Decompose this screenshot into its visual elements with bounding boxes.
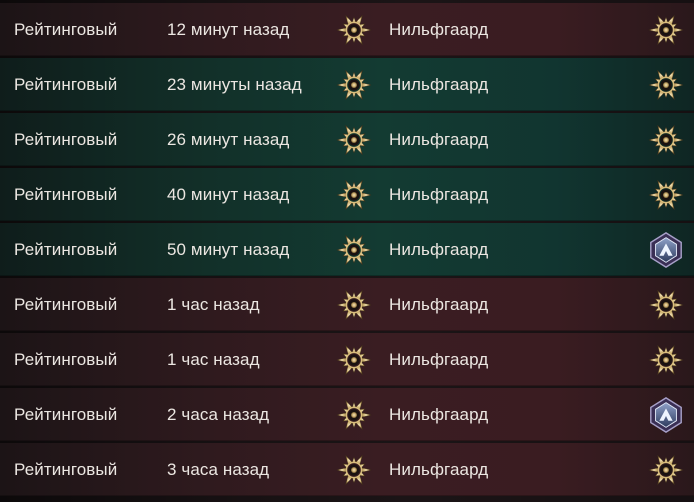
match-time: 1 час назад [167,294,260,314]
match-faction: Нильфгаард [389,459,489,479]
match-time: 12 минут назад [167,19,290,39]
match-row[interactable]: Рейтинговый 50 минут назад Нильфгаард [0,223,694,276]
sun-rank-icon [647,341,685,379]
match-row[interactable]: Рейтинговый 1 час назад Нильфгаард [0,333,694,386]
nilfgaard-sun-icon [335,451,373,489]
match-row[interactable]: Рейтинговый 40 минут назад Нильфгаард [0,168,694,221]
match-row[interactable]: Рейтинговый 1 час назад Нильфгаард [0,278,694,331]
match-time: 40 минут назад [167,184,290,204]
sun-rank-icon [647,176,685,214]
match-row[interactable]: Рейтинговый 26 минут назад Нильфгаард [0,113,694,166]
match-faction: Нильфгаард [389,239,489,259]
skellige-rank-icon [647,396,685,434]
nilfgaard-sun-icon [335,396,373,434]
match-time: 1 час назад [167,349,260,369]
match-row[interactable]: Рейтинговый 23 минуты назад Нильфгаард [0,58,694,111]
match-time: 3 часа назад [167,459,270,479]
sun-rank-icon [647,121,685,159]
match-faction: Нильфгаард [389,349,489,369]
match-mode: Рейтинговый [14,349,118,369]
match-row[interactable]: Рейтинговый 12 минут назад Нильфгаард [0,3,694,56]
match-faction: Нильфгаард [389,129,489,149]
match-mode: Рейтинговый [14,239,118,259]
skellige-rank-icon [647,231,685,269]
sun-rank-icon [647,286,685,324]
match-mode: Рейтинговый [14,129,118,149]
match-faction: Нильфгаард [389,184,489,204]
match-mode: Рейтинговый [14,459,118,479]
nilfgaard-sun-icon [335,66,373,104]
match-history-list: Рейтинговый 12 минут назад Нильфгаард Рейти… [0,0,694,502]
sun-rank-icon [647,66,685,104]
match-time: 26 минут назад [167,129,290,149]
nilfgaard-sun-icon [335,121,373,159]
match-mode: Рейтинговый [14,184,118,204]
match-row[interactable]: Рейтинговый 2 часа назад Нильфгаард [0,388,694,441]
match-time: 2 часа назад [167,404,270,424]
sun-rank-icon [647,451,685,489]
match-row[interactable]: Рейтинговый 3 часа назад Нильфгаард [0,443,694,496]
sun-rank-icon [647,11,685,49]
nilfgaard-sun-icon [335,11,373,49]
nilfgaard-sun-icon [335,341,373,379]
nilfgaard-sun-icon [335,231,373,269]
nilfgaard-sun-icon [335,286,373,324]
match-faction: Нильфгаард [389,74,489,94]
match-faction: Нильфгаард [389,294,489,314]
match-faction: Нильфгаард [389,19,489,39]
match-time: 23 минуты назад [167,74,302,94]
match-mode: Рейтинговый [14,19,118,39]
match-mode: Рейтинговый [14,404,118,424]
match-mode: Рейтинговый [14,74,118,94]
match-faction: Нильфгаард [389,404,489,424]
match-mode: Рейтинговый [14,294,118,314]
match-time: 50 минут назад [167,239,290,259]
nilfgaard-sun-icon [335,176,373,214]
